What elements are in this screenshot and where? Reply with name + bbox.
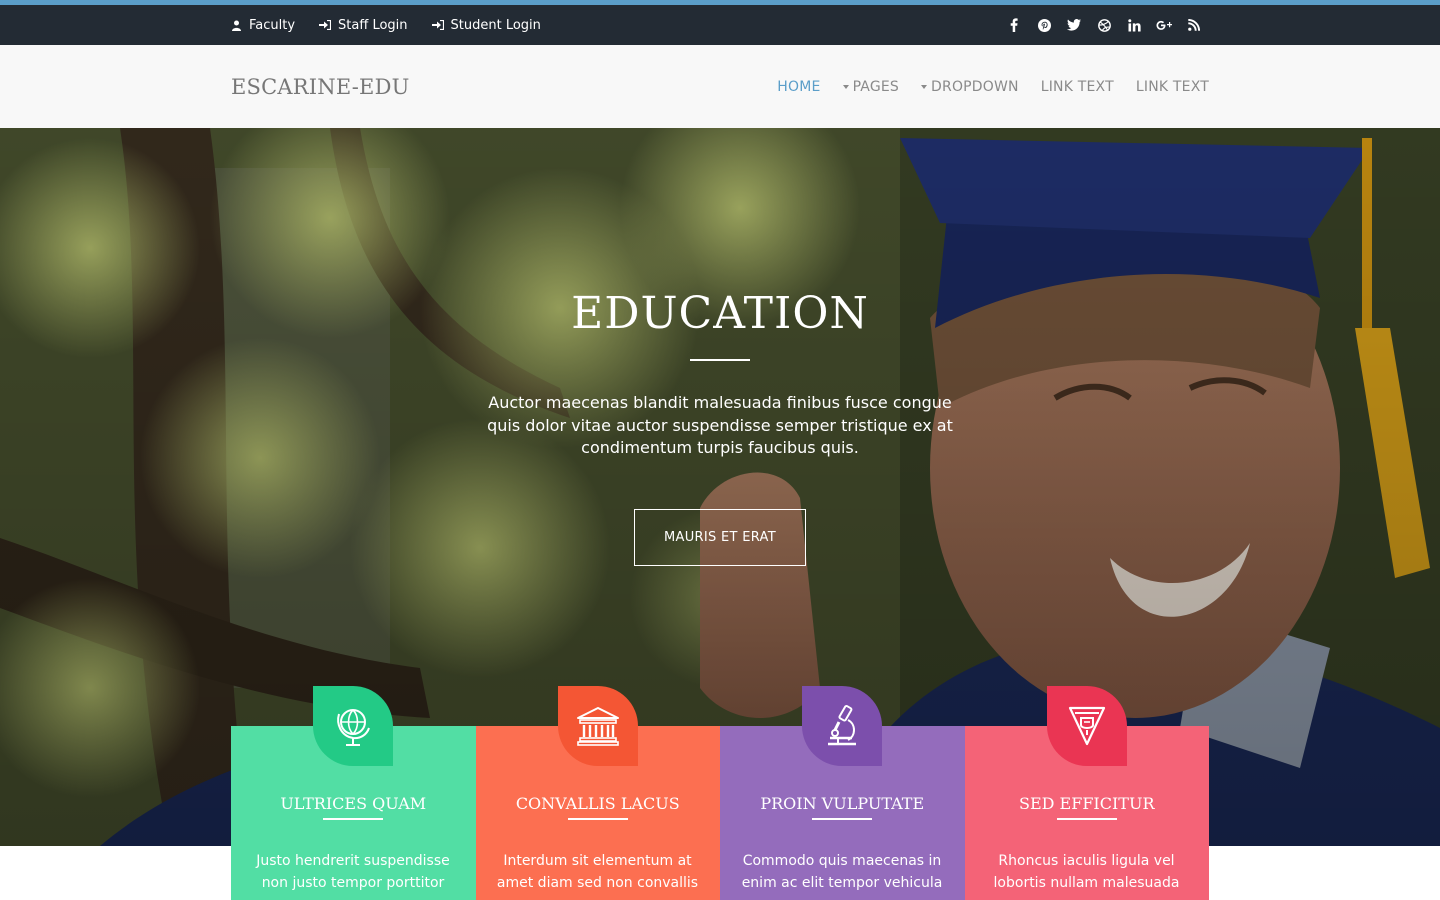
pennant-icon xyxy=(1068,706,1105,746)
feature-card-ultrices-quam[interactable]: ULTRICES QUAM Justo hendrerit suspendiss… xyxy=(231,686,476,900)
caret-down-icon xyxy=(842,84,849,89)
dribbble-icon[interactable] xyxy=(1089,5,1119,45)
nav-pages[interactable]: PAGES xyxy=(842,78,900,95)
topbar-links: Faculty Staff Login Student Login xyxy=(231,5,565,45)
site-logo[interactable]: ESCARINE-EDU xyxy=(231,75,410,99)
feature-card-text: Commodo quis maecenas in enim ac elit te… xyxy=(741,853,943,891)
feature-card-badge xyxy=(313,686,393,766)
nav-link-text-1[interactable]: LINK TEXT xyxy=(1041,79,1114,95)
nav-dropdown-label: DROPDOWN xyxy=(931,78,1019,95)
feature-card-title: CONVALLIS LACUS xyxy=(515,794,680,813)
main-nav: HOME PAGES DROPDOWN LINK TEXT LINK TEXT xyxy=(755,45,1209,128)
feature-card-title: SED EFFICITUR xyxy=(1018,794,1155,813)
feature-card-divider xyxy=(323,818,383,820)
feature-card-badge xyxy=(1046,686,1127,766)
linkedin-icon[interactable] xyxy=(1119,5,1149,45)
user-icon xyxy=(232,20,241,31)
feature-card-badge xyxy=(802,686,882,766)
sign-in-icon xyxy=(319,20,332,30)
facebook-icon[interactable] xyxy=(999,5,1029,45)
twitter-icon[interactable] xyxy=(1059,5,1089,45)
feature-card-sed-efficitur[interactable]: SED EFFICITUR Rhoncus iaculis ligula vel… xyxy=(964,686,1209,900)
hero-title: EDUCATION xyxy=(571,288,869,339)
feature-card-divider xyxy=(812,818,872,820)
feature-card-text: Rhoncus iaculis ligula vel lobortis null… xyxy=(993,853,1180,891)
site-header: ESCARINE-EDU HOME PAGES DROPDOWN LINK TE… xyxy=(0,45,1440,128)
feature-cards: ULTRICES QUAM Justo hendrerit suspendiss… xyxy=(231,686,1209,900)
student-login-link[interactable]: Student Login xyxy=(431,17,541,33)
nav-link-text-1-label: LINK TEXT xyxy=(1040,78,1114,95)
sign-in-icon xyxy=(431,20,444,30)
feature-card-title: PROIN VULPUTATE xyxy=(760,794,925,813)
google-plus-icon[interactable] xyxy=(1149,5,1179,45)
faculty-link-label: Faculty xyxy=(249,17,296,33)
nav-link-text-2-label: LINK TEXT xyxy=(1135,78,1209,95)
mauris-et-erat-button[interactable]: MAURIS ET ERAT xyxy=(634,509,806,566)
pinterest-icon[interactable] xyxy=(1029,5,1059,45)
caret-down-icon xyxy=(921,84,928,89)
microscope-icon xyxy=(828,704,856,746)
rss-icon[interactable] xyxy=(1179,5,1209,45)
globe-icon xyxy=(337,709,370,746)
faculty-link[interactable]: Faculty xyxy=(231,18,295,33)
staff-login-link[interactable]: Staff Login xyxy=(319,17,408,33)
feature-card-title: ULTRICES QUAM xyxy=(280,794,427,813)
top-bar: Faculty Staff Login Student Login xyxy=(0,5,1440,45)
hero-description: Auctor maecenas blandit malesuada finibu… xyxy=(487,393,953,457)
nav-link-text-2[interactable]: LINK TEXT xyxy=(1136,79,1209,95)
staff-login-label: Staff Login xyxy=(338,17,408,33)
nav-home-label: HOME xyxy=(777,78,821,95)
student-login-label: Student Login xyxy=(450,17,541,33)
feature-card-divider xyxy=(567,818,628,820)
feature-card-proin-vulputate[interactable]: PROIN VULPUTATE Commodo quis maecenas in… xyxy=(720,686,965,900)
feature-card-text: Interdum sit elementum at amet diam sed … xyxy=(496,853,699,891)
feature-card-text: Justo hendrerit suspendisse non justo te… xyxy=(256,853,450,891)
feature-card-badge xyxy=(557,686,638,766)
social-links xyxy=(999,5,1209,45)
nav-home[interactable]: HOME xyxy=(777,79,820,95)
nav-pages-label: PAGES xyxy=(852,78,900,95)
feature-card-divider xyxy=(1056,818,1117,820)
hero-title-divider xyxy=(690,359,750,361)
bank-icon xyxy=(576,707,619,746)
nav-dropdown[interactable]: DROPDOWN xyxy=(921,79,1019,95)
feature-card-convallis-lacus[interactable]: CONVALLIS LACUS Interdum sit elementum a… xyxy=(475,686,720,900)
